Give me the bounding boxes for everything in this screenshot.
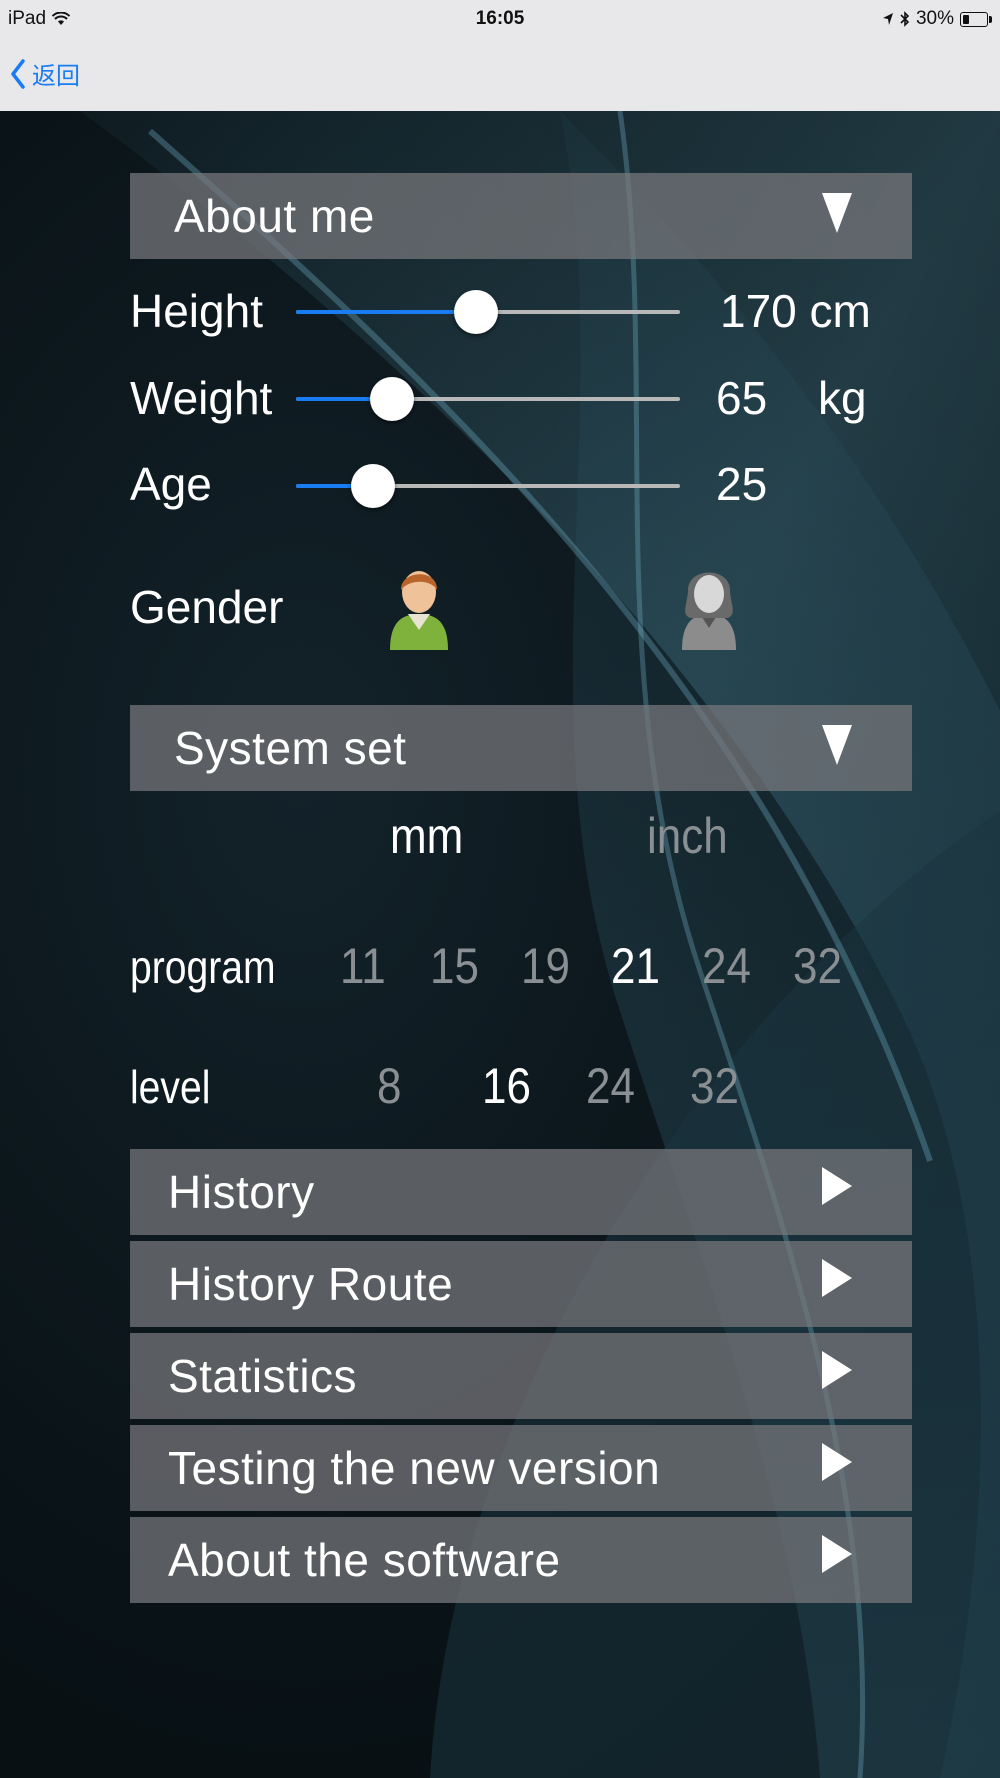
back-label: 返回 — [32, 63, 80, 90]
slider-thumb[interactable] — [454, 290, 499, 334]
program-option[interactable]: 19 — [521, 937, 570, 995]
status-time: 16:05 — [475, 8, 525, 29]
unit-option-inch[interactable]: inch — [647, 807, 728, 865]
about-me-header[interactable]: About me — [130, 173, 912, 259]
triangle-right-icon — [822, 1351, 852, 1389]
system-set-header[interactable]: System set — [130, 705, 912, 791]
age-label: Age — [130, 458, 212, 510]
triangle-right-icon — [822, 1443, 852, 1481]
height-value: 170 cm — [720, 285, 871, 337]
menu-item-label: History Route — [168, 1258, 454, 1310]
nav-bar: 返回 — [0, 38, 1000, 112]
gender-label: Gender — [130, 581, 284, 633]
level-option[interactable]: 8 — [377, 1057, 401, 1115]
height-slider[interactable] — [296, 290, 680, 334]
about-me-title: About me — [174, 190, 375, 242]
weight-value: 65 — [716, 372, 768, 424]
menu-item-statistics[interactable]: Statistics — [130, 1333, 912, 1419]
level-option[interactable]: 32 — [690, 1057, 739, 1115]
unit-option-mm[interactable]: mm — [390, 807, 463, 865]
slider-fill — [296, 310, 477, 314]
program-option[interactable]: 11 — [340, 937, 386, 995]
triangle-right-icon — [822, 1535, 852, 1573]
weight-label: Weight — [130, 372, 273, 424]
menu-item-about-software[interactable]: About the software — [130, 1517, 912, 1603]
menu-item-history-route[interactable]: History Route — [130, 1241, 912, 1327]
male-avatar-icon[interactable] — [386, 562, 452, 652]
triangle-down-icon — [822, 193, 852, 233]
menu-item-label: History — [168, 1166, 315, 1218]
triangle-right-icon — [822, 1167, 852, 1205]
weight-unit: kg — [818, 372, 867, 424]
level-label: level — [130, 1061, 211, 1113]
back-button[interactable]: 返回 — [10, 56, 80, 91]
status-bar: iPad 16:05 30% — [0, 0, 1000, 38]
weight-slider[interactable] — [296, 377, 680, 421]
level-option[interactable]: 24 — [586, 1057, 635, 1115]
battery-percent: 30% — [915, 8, 954, 29]
menu-item-label: Statistics — [168, 1350, 358, 1402]
program-label: program — [130, 941, 276, 993]
menu-item-label: About the software — [168, 1534, 561, 1586]
menu-item-testing-new-version[interactable]: Testing the new version — [130, 1425, 912, 1511]
menu-item-history[interactable]: History — [130, 1149, 912, 1235]
program-option[interactable]: 15 — [430, 937, 479, 995]
menu-item-label: Testing the new version — [168, 1442, 661, 1494]
program-option[interactable]: 24 — [702, 937, 751, 995]
program-option[interactable]: 21 — [611, 937, 660, 995]
triangle-down-icon — [822, 725, 852, 765]
age-slider[interactable] — [296, 464, 680, 508]
level-option[interactable]: 16 — [482, 1057, 531, 1115]
chevron-left-icon — [11, 58, 25, 89]
location-icon — [882, 13, 893, 25]
age-value: 25 — [716, 458, 768, 510]
program-option[interactable]: 32 — [793, 937, 842, 995]
system-set-title: System set — [174, 722, 407, 774]
slider-thumb[interactable] — [370, 377, 414, 421]
height-label: Height — [130, 285, 263, 337]
battery-icon — [960, 11, 992, 27]
bluetooth-icon — [900, 11, 910, 27]
triangle-right-icon — [822, 1259, 852, 1297]
female-avatar-icon[interactable] — [676, 562, 742, 652]
slider-thumb[interactable] — [350, 464, 395, 508]
